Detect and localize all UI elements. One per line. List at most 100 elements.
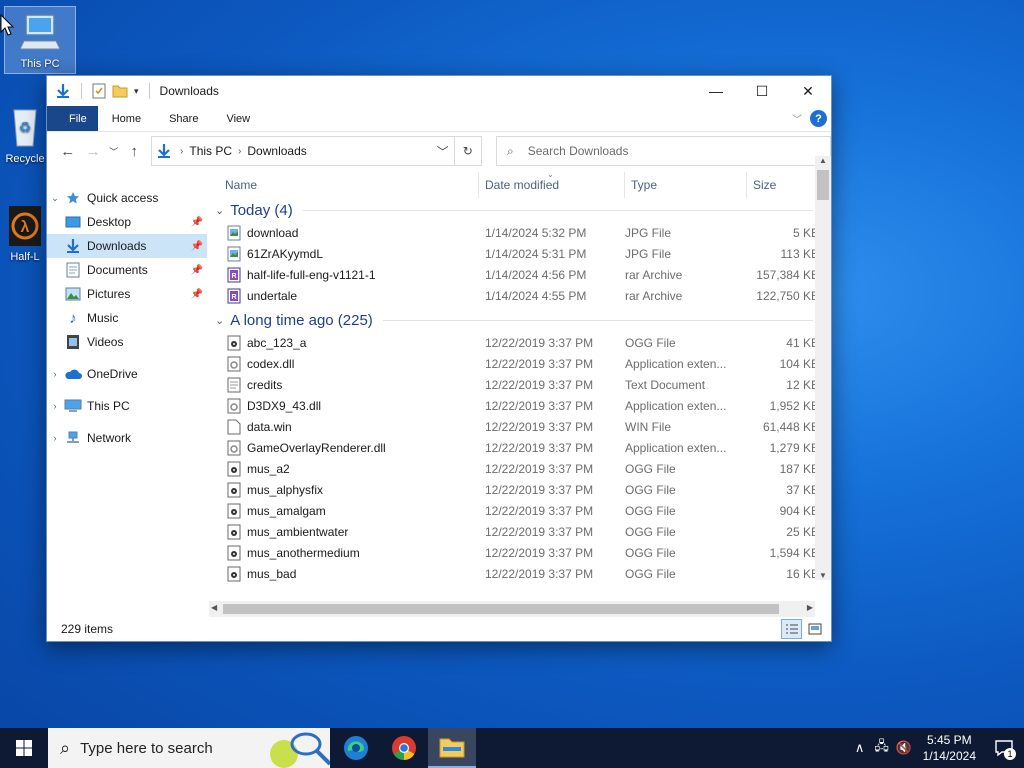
details-view-button[interactable] (781, 619, 802, 639)
sidebar-item-label: Videos (87, 335, 124, 349)
properties-icon[interactable] (92, 83, 106, 99)
search-input[interactable] (527, 144, 808, 158)
address-bar[interactable]: › This PC › Downloads ﹀ (151, 136, 455, 166)
search-box[interactable]: ⌕ (496, 136, 831, 166)
new-folder-icon[interactable] (112, 84, 128, 98)
sidebar-item-label: Network (87, 431, 132, 445)
file-row[interactable]: credits 12/22/2019 3:37 PM Text Document 12… (209, 374, 831, 395)
refresh-button[interactable]: ↻ (454, 136, 482, 166)
breadcrumb-downloads[interactable]: Downloads (241, 144, 312, 158)
desktop-icon-this-pc[interactable]: This PC (4, 6, 76, 74)
sidebar-item-desktop[interactable]: Desktop 📌 (47, 210, 207, 234)
expand-chevron-icon[interactable]: › (47, 369, 63, 379)
sidebar-item-music[interactable]: ♪ Music (47, 306, 207, 330)
file-row[interactable]: mus_anothermedium 12/22/2019 3:37 PM OGG F… (209, 542, 831, 563)
file-name: mus_amalgam (247, 503, 326, 518)
breadcrumb-this-pc[interactable]: This PC (183, 144, 238, 158)
vertical-scroll-thumb[interactable] (817, 170, 829, 200)
scroll-right-icon[interactable]: ▶ (807, 603, 813, 612)
group-header[interactable]: ⌄ A long time ago (225) (209, 308, 831, 332)
audio-file-icon (227, 461, 241, 477)
file-row[interactable]: Rundertale 1/14/2024 4:55 PM rar Archive 12… (209, 285, 831, 306)
scroll-up-icon[interactable]: ▲ (819, 156, 827, 165)
desktop-icon-recycle-bin[interactable]: ♻ Recycle (0, 104, 50, 165)
audio-file-icon (227, 482, 241, 498)
sidebar-item-network[interactable]: › Network (47, 426, 207, 450)
file-row[interactable]: Rhalf-life-full-eng-v1121-1 1/14/2024 4:5… (209, 264, 831, 285)
clock[interactable]: 5:45 PM 1/14/2024 (915, 732, 984, 764)
sidebar-item-pictures[interactable]: Pictures 📌 (47, 282, 207, 306)
up-button[interactable]: ↑ (122, 143, 147, 160)
file-row[interactable]: download 1/14/2024 5:32 PM JPG File 5 KB (209, 222, 831, 243)
notification-center-button[interactable]: 1 (984, 728, 1024, 768)
network-status-icon[interactable]: 🖧 (871, 737, 893, 759)
file-type: JPG File (625, 246, 672, 261)
start-button[interactable] (0, 728, 48, 768)
sidebar-item-documents[interactable]: Documents 📌 (47, 258, 207, 282)
tab-share[interactable]: Share (155, 106, 212, 131)
volume-muted-icon[interactable]: 🔇 (893, 740, 915, 756)
desktop-icon-half-life[interactable]: λ Half-L (0, 206, 50, 263)
file-row[interactable]: mus_a2 12/22/2019 3:37 PM OGG File 187 KB (209, 458, 831, 479)
taskbar-edge-button[interactable] (332, 728, 380, 768)
file-row[interactable]: 61ZrAKyymdL 1/14/2024 5:31 PM JPG File 113 … (209, 243, 831, 264)
tab-home[interactable]: Home (98, 106, 155, 131)
taskbar-file-explorer-button[interactable] (428, 728, 476, 768)
tab-view[interactable]: View (212, 106, 264, 131)
group-label: Today (4) (230, 201, 293, 219)
sidebar-item-onedrive[interactable]: › OneDrive (47, 362, 207, 386)
network-icon (67, 431, 79, 443)
file-size: 25 KB (786, 524, 819, 539)
videos-folder-icon (67, 335, 79, 349)
recent-locations-dropdown[interactable]: ﹀ (106, 145, 122, 158)
tab-file[interactable]: File (47, 106, 98, 131)
file-date-modified: 1/14/2024 5:31 PM (485, 246, 587, 261)
file-row[interactable]: mus_alphysfix 12/22/2019 3:37 PM OGG File 3… (209, 479, 831, 500)
collapse-chevron-icon[interactable]: ⌄ (47, 193, 63, 204)
expand-chevron-icon[interactable]: › (47, 401, 63, 411)
sidebar-item-videos[interactable]: Videos (47, 330, 207, 354)
close-button[interactable]: ✕ (785, 76, 831, 106)
file-row[interactable]: GameOverlayRenderer.dll 12/22/2019 3:37 P… (209, 437, 831, 458)
status-bar: 229 items (47, 617, 831, 641)
pin-icon: 📌 (190, 264, 203, 276)
scroll-down-icon[interactable]: ▼ (819, 571, 827, 580)
show-hidden-icons-icon[interactable]: ∧ (849, 740, 871, 756)
vertical-scrollbar[interactable]: ▲ ▼ (815, 156, 831, 580)
column-header-type[interactable]: Type (625, 172, 747, 198)
maximize-button[interactable]: ☐ (739, 76, 785, 106)
horizontal-scroll-thumb[interactable] (223, 604, 779, 614)
large-icons-view-icon (808, 623, 821, 635)
taskbar-search-box[interactable]: ⌕ Type here to search (48, 728, 330, 768)
group-header[interactable]: ⌄ Today (4) (209, 198, 831, 222)
file-date-modified: 12/22/2019 3:37 PM (485, 377, 594, 392)
sidebar-item-downloads[interactable]: Downloads 📌 (47, 234, 207, 258)
sidebar-item-this-pc[interactable]: › This PC (47, 394, 207, 418)
taskbar-chrome-button[interactable] (380, 728, 428, 768)
sidebar-item-quick-access[interactable]: ⌄ Quick access (47, 186, 207, 210)
expand-ribbon-icon[interactable]: ﹀ (792, 111, 802, 126)
file-row[interactable]: mus_bad 12/22/2019 3:37 PM OGG File 16 KB (209, 563, 831, 584)
customize-toolbar-dropdown-icon[interactable]: ▾ (134, 86, 139, 97)
file-row[interactable]: data.win 12/22/2019 3:37 PM WIN File 61,448… (209, 416, 831, 437)
file-row[interactable]: mus_ambientwater 12/22/2019 3:37 PM OGG Fi… (209, 521, 831, 542)
scroll-left-icon[interactable]: ◀ (211, 603, 217, 612)
column-header-name[interactable]: Name (209, 172, 479, 198)
expand-chevron-icon[interactable]: › (47, 433, 63, 443)
group-collapse-chevron-icon[interactable]: ⌄ (215, 314, 224, 327)
forward-button[interactable]: → (80, 143, 105, 160)
file-row[interactable]: abc_123_a 12/22/2019 3:37 PM OGG File 41 KB (209, 332, 831, 353)
item-count: 229 items (61, 622, 114, 636)
large-icons-view-button[interactable] (804, 619, 825, 639)
back-button[interactable]: ← (55, 143, 80, 160)
help-icon[interactable]: ? (810, 110, 827, 127)
file-name: GameOverlayRenderer.dll (247, 440, 386, 455)
address-dropdown-icon[interactable]: ﹀ (432, 143, 454, 160)
horizontal-scrollbar[interactable]: ◀ ▶ (209, 601, 815, 617)
file-row[interactable]: mus_amalgam 12/22/2019 3:37 PM OGG File 904… (209, 500, 831, 521)
file-row[interactable]: codex.dll 12/22/2019 3:37 PM Application e… (209, 353, 831, 374)
group-collapse-chevron-icon[interactable]: ⌄ (215, 204, 224, 217)
minimize-button[interactable]: — (693, 76, 739, 106)
file-row[interactable]: D3DX9_43.dll 12/22/2019 3:37 PM Applicatio… (209, 395, 831, 416)
column-header-size[interactable]: Size (747, 172, 811, 198)
